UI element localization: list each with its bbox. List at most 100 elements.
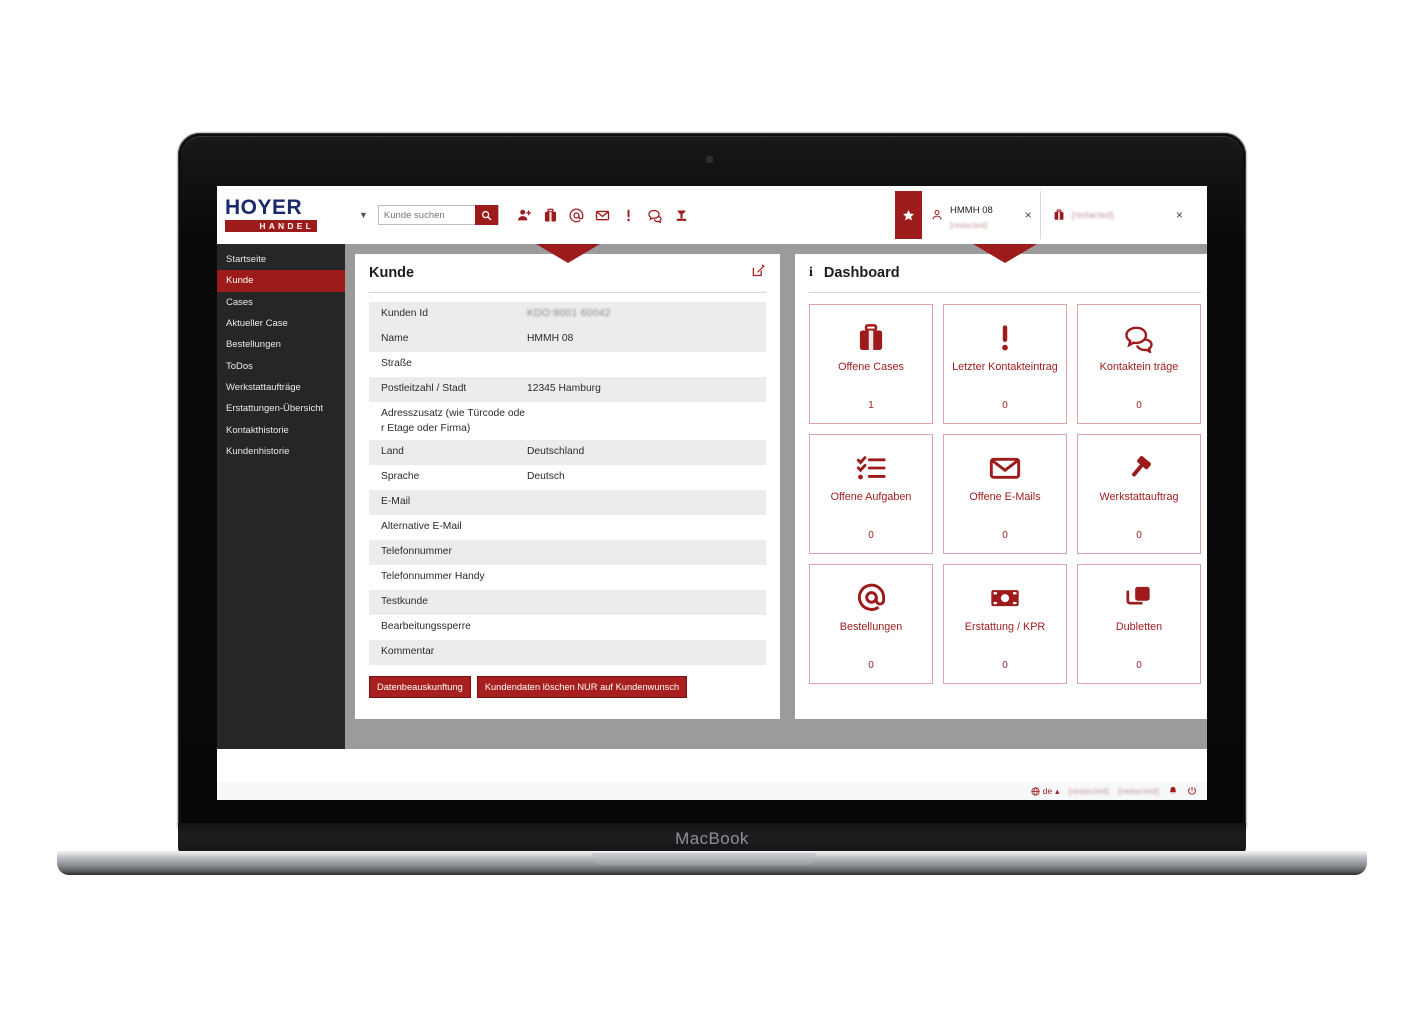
sidebar-item-kundenhistorie[interactable]: Kundenhistorie (217, 441, 345, 462)
chevron-up-icon: ▴ (1055, 785, 1060, 796)
sidebar-item-label: Aktueller Case (226, 318, 288, 330)
field-label: Testkunde (381, 596, 428, 607)
tile-kontakteintraege[interactable]: Kontaktein träge 0 (1077, 304, 1201, 424)
logo-primary-text: HOYER (225, 196, 303, 219)
field-label: Sprache (381, 471, 420, 482)
field-value: KDO:8001 60042 (527, 308, 611, 319)
field-label: Kunden Id (381, 308, 428, 319)
tile-label: Offene Cases (838, 361, 904, 373)
field-row: Straße (369, 352, 766, 377)
screenshot-stage: HOYER HANDEL ▼ Kunde suchen HMMH 08 [red… (0, 0, 1404, 1024)
field-value: Deutsch (527, 471, 565, 482)
dashboard-panel: i Dashboard Offene Cases 1 Letzter Konta… (795, 244, 1207, 719)
globe-icon (1031, 786, 1040, 796)
main-content: Kunde Kunden Id KDO:8001 60042 Name HMMH 0… (345, 244, 1207, 749)
field-label: Postleitzahl / Stadt (381, 383, 467, 394)
chat-bubbles-icon[interactable] (647, 208, 663, 223)
copy-icon (1124, 581, 1154, 615)
field-row: Kommentar (369, 640, 766, 665)
briefcase-icon[interactable] (543, 208, 558, 223)
at-sign-icon[interactable] (569, 208, 584, 223)
search-scope-dropdown[interactable]: ▼ (359, 210, 368, 220)
tile-offene-aufgaben[interactable]: Offene Aufgaben 0 (809, 434, 933, 554)
tile-label: Bestellungen (839, 621, 903, 633)
kunde-field-list: Kunden Id KDO:8001 60042 Name HMMH 08 Stra… (369, 302, 766, 665)
sidebar-item-todos[interactable]: ToDos (217, 355, 345, 376)
sidebar-item-werkstattauftraege[interactable]: Werkstattaufträge (217, 377, 345, 398)
tile-erstattung-kpr[interactable]: Erstattung / KPR 0 (943, 564, 1067, 684)
field-row: Sprache Deutsch (369, 465, 766, 490)
sidebar-item-label: ToDos (226, 360, 253, 372)
sidebar-item-label: Werkstattaufträge (226, 381, 301, 393)
bell-icon[interactable] (1168, 786, 1178, 796)
tile-bestellungen[interactable]: Bestellungen 0 (809, 564, 933, 684)
tab-order[interactable]: [redacted] × (1039, 191, 1191, 239)
at-sign-icon (856, 581, 887, 615)
field-label: Kommentar (381, 646, 435, 657)
field-label: Alternative E-Mail (381, 521, 462, 532)
exclamation-icon[interactable] (621, 208, 636, 223)
tile-offene-cases[interactable]: Offene Cases 1 (809, 304, 933, 424)
tile-value: 1 (868, 400, 874, 411)
tile-label: Erstattung / KPR (964, 621, 1046, 633)
tile-label: Offene E-Mails (969, 491, 1041, 503)
field-label: Land (381, 446, 404, 457)
sidebar-item-kontakthistorie[interactable]: Kontakthistorie (217, 419, 345, 440)
tile-dubletten[interactable]: Dubletten 0 (1077, 564, 1201, 684)
field-row: Name HMMH 08 (369, 327, 766, 352)
tile-value: 0 (868, 660, 874, 671)
tile-label: Kontaktein träge (1099, 361, 1179, 373)
language-selector[interactable]: de ▴ (1031, 785, 1060, 797)
sidebar-item-kunde[interactable]: Kunde (217, 270, 345, 292)
search-input[interactable] (378, 206, 475, 224)
field-label: Bearbeitungssperre (381, 621, 471, 632)
power-icon[interactable] (1187, 786, 1197, 796)
banknote-icon (989, 581, 1021, 615)
language-label: de (1042, 786, 1053, 796)
field-row: Land Deutschland (369, 440, 766, 465)
sidebar-item-aktueller-case[interactable]: Aktueller Case (217, 313, 345, 334)
sidebar-item-cases[interactable]: Cases (217, 292, 345, 313)
sidebar-item-erstattungen-uebersicht[interactable]: Erstattungen-Übersicht (217, 398, 345, 419)
dashboard-title: Dashboard (823, 265, 900, 281)
field-label: Name (381, 333, 409, 344)
logo-secondary-text: HANDEL (225, 220, 317, 232)
app-logo[interactable]: HOYER HANDEL (217, 196, 345, 232)
exclamation-icon (990, 321, 1020, 355)
gavel-icon (1124, 451, 1155, 485)
datenbeauskunftung-button[interactable]: Datenbeauskunftung (369, 676, 471, 699)
kundendaten-loeschen-button[interactable]: Kundendaten löschen NUR auf Kundenwunsch (476, 676, 688, 699)
sidebar-item-startseite[interactable]: Startseite (217, 249, 345, 270)
webcam-icon (706, 156, 713, 163)
add-user-icon[interactable] (517, 208, 532, 223)
tab-hmmh-08[interactable]: HMMH 08 [redacted] × (895, 191, 1040, 239)
edit-pencil-icon[interactable] (751, 263, 766, 278)
sidebar-nav: Startseite Kunde Cases Aktueller Case Be… (217, 244, 345, 749)
field-row: Testkunde (369, 590, 766, 615)
tab-close-button[interactable]: × (1176, 209, 1183, 221)
gavel-icon[interactable] (674, 208, 689, 223)
person-icon (931, 209, 943, 221)
app-header: HOYER HANDEL ▼ Kunde suchen HMMH 08 [red… (217, 186, 1207, 244)
footer-info-1: [redacted] (1068, 786, 1110, 796)
favorite-star-button[interactable] (895, 191, 922, 239)
tile-letzter-kontakteintrag[interactable]: Letzter Kontakteintrag 0 (943, 304, 1067, 424)
sidebar-item-bestellungen[interactable]: Bestellungen (217, 334, 345, 355)
laptop-base-notch (592, 853, 816, 865)
customer-tab-bar: HMMH 08 [redacted] × [redacted] × (895, 186, 1191, 244)
sidebar-item-label: Kunde (226, 275, 254, 287)
app-body: Startseite Kunde Cases Aktueller Case Be… (217, 244, 1207, 749)
tile-werkstattauftrag[interactable]: Werkstattauftrag 0 (1077, 434, 1201, 554)
sidebar-item-label: Startseite (226, 254, 267, 266)
tile-label: Dubletten (1115, 621, 1163, 633)
tab-subtitle: [redacted] (950, 221, 988, 230)
field-row: Alternative E-Mail (369, 515, 766, 540)
dashboard-tile-grid: Offene Cases 1 Letzter Kontakteintrag 0 … (809, 304, 1201, 684)
tile-offene-emails[interactable]: Offene E-Mails 0 (943, 434, 1067, 554)
tile-value: 0 (1136, 530, 1142, 541)
kunde-panel: Kunde Kunden Id KDO:8001 60042 Name HMMH 0… (355, 244, 780, 719)
tab-close-button[interactable]: × (1025, 209, 1032, 221)
envelope-icon[interactable] (595, 208, 610, 223)
search-button[interactable] (474, 205, 498, 225)
field-row: Telefonnummer Handy (369, 565, 766, 590)
